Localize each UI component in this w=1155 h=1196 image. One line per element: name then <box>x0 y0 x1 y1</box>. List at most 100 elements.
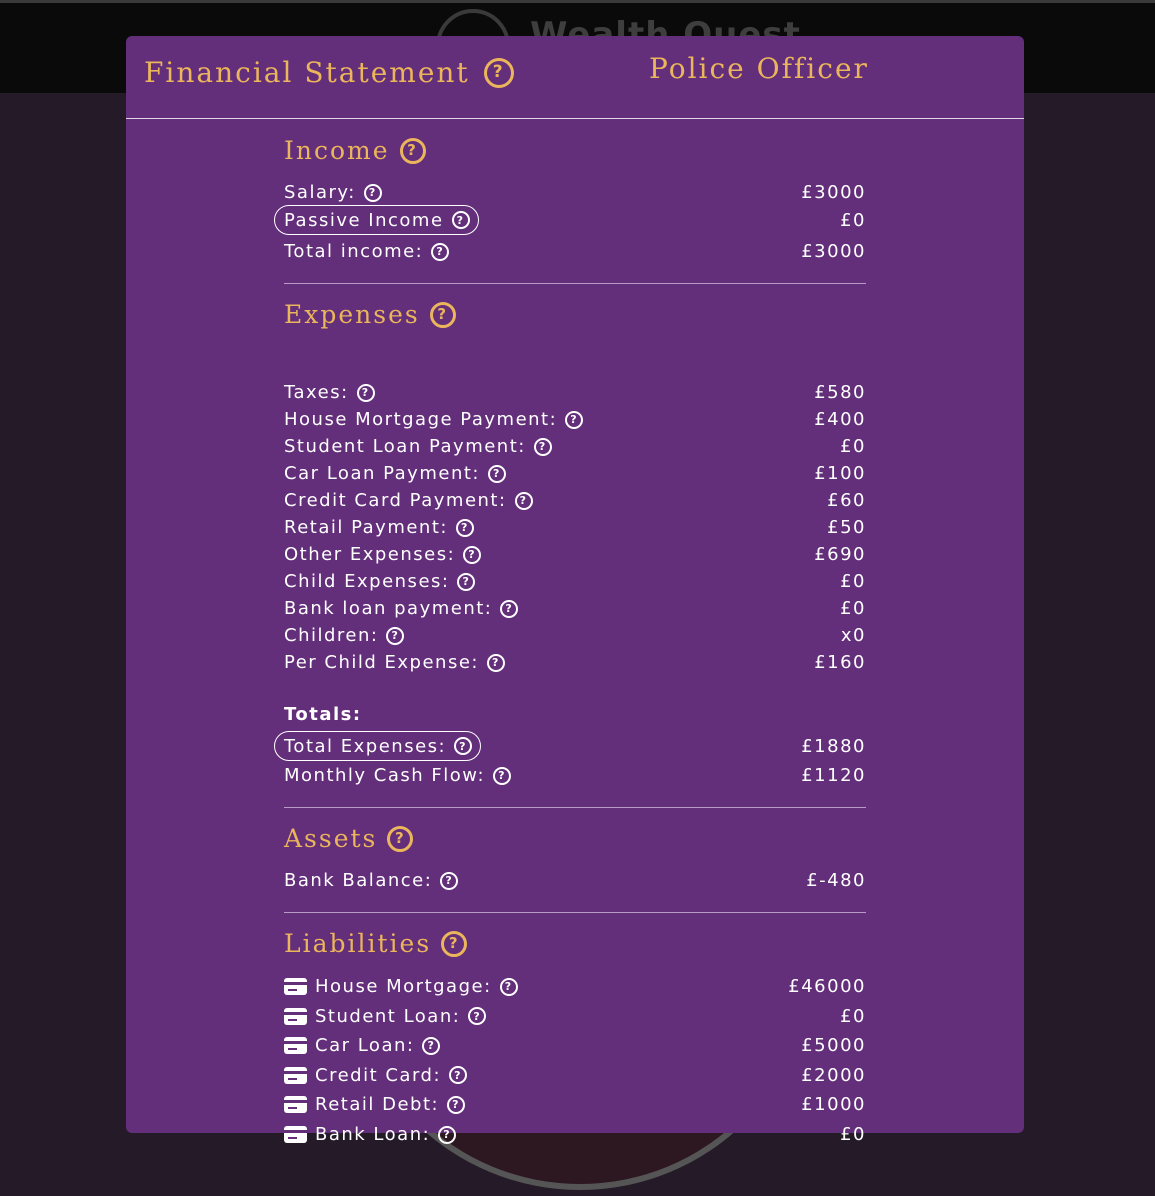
section-divider <box>284 912 866 913</box>
expenses-help-icon[interactable]: ? <box>429 301 456 328</box>
expense-row-other-expenses: Other Expenses:? £690 <box>284 541 866 568</box>
row-label: Passive Income <box>284 209 444 231</box>
help-icon[interactable]: ? <box>431 242 450 261</box>
income-help-icon[interactable]: ? <box>399 137 426 164</box>
assets-help-icon[interactable]: ? <box>387 825 414 852</box>
row-label: Per Child Expense: <box>284 652 479 673</box>
income-row-passive-income[interactable]: Passive Income? £0 <box>274 205 866 235</box>
expense-row-credit-card-payment: Credit Card Payment:? £60 <box>284 487 866 514</box>
expense-row-per-child-expense: Per Child Expense:? £160 <box>284 649 866 676</box>
row-value: £60 <box>827 490 866 511</box>
liability-row-car-loan: Car Loan:? £5000 <box>284 1032 866 1059</box>
row-label: Monthly Cash Flow: <box>284 765 486 786</box>
help-icon[interactable]: ? <box>451 211 470 229</box>
expense-row-house-mortgage-payment: House Mortgage Payment:? £400 <box>284 406 866 433</box>
modal-title-text: Financial Statement <box>144 56 470 89</box>
help-icon[interactable]: ? <box>447 1095 466 1114</box>
help-icon[interactable]: ? <box>386 626 405 645</box>
liability-row-retail-debt: Retail Debt:? £1000 <box>284 1091 866 1118</box>
row-value: x0 <box>840 625 866 646</box>
credit-card-icon <box>284 1037 307 1055</box>
row-label: Retail Payment: <box>284 517 448 538</box>
totals-row-monthly-cash-flow: Monthly Cash Flow:? £1120 <box>284 762 866 789</box>
income-row-total: Total income:? £3000 <box>284 238 866 265</box>
help-icon[interactable]: ? <box>533 437 552 456</box>
help-icon[interactable]: ? <box>454 737 473 755</box>
help-icon[interactable]: ? <box>422 1036 441 1055</box>
row-value: £160 <box>814 652 866 673</box>
help-icon[interactable]: ? <box>493 766 512 785</box>
credit-card-icon <box>284 1066 307 1084</box>
player-role: Police Officer <box>649 52 869 85</box>
income-title-text: Income <box>284 136 390 165</box>
income-section-title: Income ? <box>284 136 426 165</box>
row-value: £0 <box>840 1005 866 1027</box>
row-label: Other Expenses: <box>284 544 456 565</box>
liabilities-section-title: Liabilities ? <box>284 929 468 958</box>
row-label: Car Loan Payment: <box>284 463 480 484</box>
row-label: Credit Card: <box>315 1064 442 1086</box>
row-value: £0 <box>840 1124 866 1145</box>
help-icon[interactable]: ? <box>455 518 474 537</box>
row-value: £-480 <box>806 870 866 891</box>
row-value: £690 <box>814 544 866 565</box>
row-value: £2000 <box>801 1064 866 1086</box>
row-value: £1000 <box>801 1094 866 1116</box>
expense-row-car-loan-payment: Car Loan Payment:? £100 <box>284 460 866 487</box>
row-value: £400 <box>814 409 866 430</box>
help-icon[interactable]: ? <box>468 1007 487 1026</box>
help-icon[interactable]: ? <box>356 383 375 402</box>
modal-title: Financial Statement ? <box>144 56 514 89</box>
expenses-title-text: Expenses <box>284 300 420 329</box>
row-label: Bank Balance: <box>284 870 433 891</box>
expense-row-taxes: Taxes:? £580 <box>284 379 866 406</box>
help-icon[interactable]: ? <box>449 1066 468 1085</box>
totals-heading: Totals: <box>284 704 362 725</box>
totals-row-total-expenses[interactable]: Total Expenses:? £1880 <box>274 731 866 761</box>
liability-row-student-loan: Student Loan:? £0 <box>284 1003 866 1030</box>
expense-row-child-expenses: Child Expenses:? £0 <box>284 568 866 595</box>
row-label: House Mortgage Payment: <box>284 409 558 430</box>
credit-card-icon <box>284 1007 307 1025</box>
row-label: Salary: <box>284 182 356 203</box>
help-icon[interactable]: ? <box>565 410 584 429</box>
row-label: Student Loan: <box>315 1005 461 1027</box>
row-label: Children: <box>284 625 379 646</box>
row-label: Total Expenses: <box>284 735 447 757</box>
row-value: £580 <box>814 382 866 403</box>
liabilities-title-text: Liabilities <box>284 929 432 958</box>
row-label: Bank Loan: <box>315 1124 431 1145</box>
expense-row-children: Children:? x0 <box>284 622 866 649</box>
income-row-salary: Salary:? £3000 <box>284 179 866 206</box>
row-value: £50 <box>827 517 866 538</box>
row-value: £3000 <box>801 241 866 262</box>
assets-section-title: Assets ? <box>284 824 414 853</box>
row-label: Taxes: <box>284 382 349 403</box>
liability-row-house-mortgage: House Mortgage:? £46000 <box>284 973 866 1000</box>
help-icon[interactable]: ? <box>438 1125 457 1144</box>
row-label: Retail Debt: <box>315 1094 440 1116</box>
help-icon[interactable]: ? <box>499 977 518 996</box>
row-label: Bank loan payment: <box>284 598 493 619</box>
row-value: £1880 <box>801 736 866 757</box>
section-divider <box>284 807 866 808</box>
row-label: Total income: <box>284 241 424 262</box>
help-icon[interactable]: ? <box>500 599 519 618</box>
help-icon[interactable]: ? <box>363 183 382 202</box>
row-value: £0 <box>840 210 866 231</box>
row-label: Student Loan Payment: <box>284 436 526 457</box>
help-icon[interactable]: ? <box>463 545 482 564</box>
help-icon[interactable]: ? <box>487 653 505 672</box>
liabilities-help-icon[interactable]: ? <box>441 930 468 957</box>
help-icon[interactable]: ? <box>514 491 533 510</box>
expense-row-retail-payment: Retail Payment:? £50 <box>284 514 866 541</box>
help-icon[interactable]: ? <box>440 871 459 890</box>
financial-statement-modal: Financial Statement ? Police Officer Inc… <box>126 36 1024 1145</box>
section-divider <box>284 283 866 284</box>
help-icon[interactable]: ? <box>483 57 514 88</box>
expenses-section-title: Expenses ? <box>284 300 456 329</box>
assets-row-bank-balance: Bank Balance:? £-480 <box>284 867 866 894</box>
help-icon[interactable]: ? <box>487 464 506 483</box>
credit-card-icon <box>284 978 307 995</box>
help-icon[interactable]: ? <box>457 572 476 591</box>
